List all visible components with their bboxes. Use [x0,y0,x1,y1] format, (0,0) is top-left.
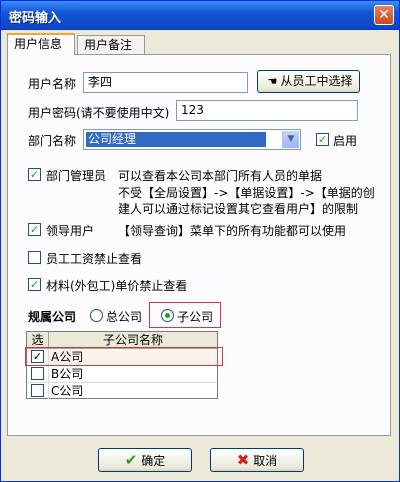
window-title: 密码输入 [9,11,62,26]
enable-checkbox[interactable]: ✓ [316,133,329,146]
row-name-cell: B公司 [51,367,84,381]
username-label: 用户名称 [28,77,77,91]
tab-user-info[interactable]: 用户信息 [7,33,75,55]
material-price-hidden-label: 材料(外包工)单价禁止查看 [46,279,188,293]
grid-header-name[interactable]: 子公司名称 [49,332,217,348]
cancel-button-label: 取消 [253,454,278,468]
cancel-x-icon: ✖ [236,451,250,469]
table-row[interactable]: B公司 [27,366,217,383]
row-checkbox[interactable] [31,384,44,397]
head-office-label: 总公司 [106,310,143,324]
row-select-cell [27,383,49,399]
select-from-employees-label: 从员工中选择 [280,74,353,88]
checkmark-icon: ✓ [317,133,328,146]
ok-button-label: 确定 [141,454,166,468]
tab-user-notes[interactable]: 用户备注 [77,35,145,54]
checkmark-icon: ✓ [29,223,40,236]
cancel-button[interactable]: ✖ 取消 [210,448,304,472]
material-price-hidden-checkbox[interactable]: ✓ [28,278,41,291]
department-label: 部门名称 [28,134,77,148]
enable-label: 启用 [333,134,358,148]
select-from-employees-button[interactable]: ☚ 从员工中选择 [257,70,360,93]
salary-hidden-label: 员工工资禁止查看 [46,252,143,266]
check-icon: ✔ [124,451,138,469]
dept-manager-note-line1: 不受【全局设置】->【单据设置】->【单据的创 [118,186,375,200]
checkmark-icon: ✓ [29,278,40,291]
leader-user-label: 领导用户 [46,224,95,238]
head-office-radio[interactable] [90,309,103,322]
password-dialog: 密码输入 ✕ 用户信息 用户备注 用户名称 李四 ☚ 从员工中选择 用户密码(请不… [0,0,400,482]
row-checkbox[interactable] [31,367,44,380]
username-input[interactable]: 李四 [83,72,248,93]
department-select-value: 公司经理 [86,132,266,147]
department-select[interactable]: 公司经理 ▼ [83,129,301,150]
dept-manager-note-line2: 建人可以通过标记设置其它查看用户】的限制 [118,202,359,216]
password-label: 用户密码(请不要使用中文) [28,106,170,120]
dept-manager-checkbox[interactable]: ✓ [28,168,41,181]
company-label: 规属公司 [28,310,77,324]
leader-user-description: 【领导查询】菜单下的所有功能都可以使用 [118,224,347,238]
dept-manager-label: 部门管理员 [46,169,107,183]
hand-point-icon: ☚ [267,75,278,88]
chevron-down-icon[interactable]: ▼ [282,131,299,148]
checkmark-icon: ✓ [29,168,40,181]
subsidiary-radio[interactable] [161,309,174,322]
ok-button[interactable]: ✔ 确定 [98,448,192,472]
grid-header-select[interactable]: 选 [27,332,49,348]
title-bar[interactable]: 密码输入 ✕ [1,1,399,30]
leader-user-checkbox[interactable]: ✓ [28,223,41,236]
table-row[interactable]: C公司 [27,383,217,400]
password-input[interactable]: 123 [176,100,358,121]
dept-manager-description: 可以查看本公司本部门所有人员的单据 [118,169,323,183]
row-select-cell [27,366,49,382]
row-name-cell: C公司 [51,384,84,398]
salary-hidden-checkbox[interactable] [28,251,41,264]
subsidiary-label: 子公司 [177,310,214,324]
close-button[interactable]: ✕ [374,5,394,25]
row-highlight-box [25,347,223,366]
